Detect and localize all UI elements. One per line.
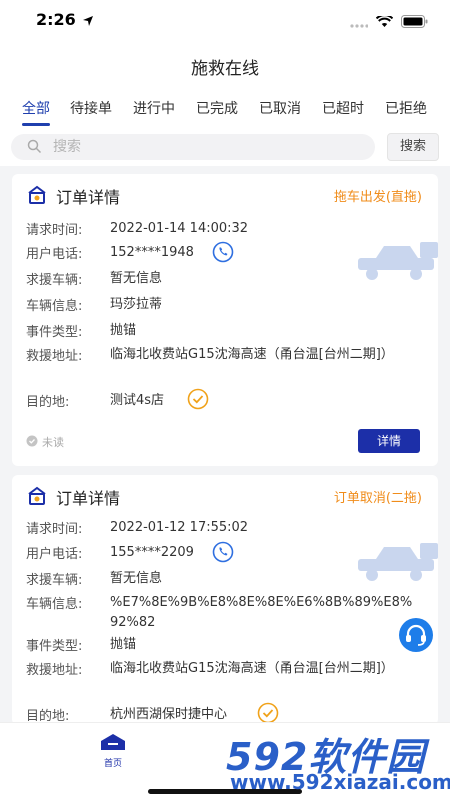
field-label: 求援车辆: xyxy=(26,573,83,588)
tab-home-label: 首页 xyxy=(103,759,122,769)
tab-cancelled[interactable]: 已取消 xyxy=(259,98,301,118)
tab-all[interactable]: 全部 xyxy=(22,98,50,118)
field-value: 临海北收费站G15沈海高速（甬台温[台州二期]） xyxy=(110,661,394,676)
search-bar: 搜索 xyxy=(0,128,450,166)
phone-call-icon[interactable] xyxy=(212,241,234,267)
order-card-header: 订单详情 订单取消(二拖) xyxy=(26,485,426,508)
field-value: 测试4s店 xyxy=(110,393,165,408)
field-value: 抛锚 xyxy=(110,323,137,338)
location-arrow-icon xyxy=(82,12,94,31)
order-card[interactable]: 订单详情 订单取消(二拖) 请求时间: 2022-01-12 17:55:02 … xyxy=(12,475,438,725)
field-label: 用户电话: xyxy=(26,247,83,262)
field-value: 暂无信息 xyxy=(110,271,163,286)
order-card-title: 订单详情 xyxy=(56,188,121,207)
status-tabs: 全部 待接单 进行中 已完成 已取消 已超时 已拒绝 xyxy=(0,90,450,128)
field-label: 目的地: xyxy=(26,395,70,410)
tab-in-progress[interactable]: 进行中 xyxy=(133,98,175,118)
field-value: 2022-01-12 17:55:02 xyxy=(110,520,249,535)
details-button[interactable]: 详情 xyxy=(358,429,420,453)
order-status: 拖车出发(直拖) xyxy=(333,190,422,205)
field-label: 车辆信息: xyxy=(26,597,83,612)
field-label: 救援地址: xyxy=(26,663,83,678)
field-value: 临海北收费站G15沈海高速（甬台温[台州二期]） xyxy=(110,347,394,362)
navigation-bar: 施救在线 xyxy=(0,40,450,90)
search-button[interactable]: 搜索 xyxy=(387,133,439,161)
field-label: 请求时间: xyxy=(26,522,83,537)
field-value: %E7%8E%9B%E8%8E%8E%E6%8B%89%E8%92%82 xyxy=(110,595,413,630)
read-status: 未读 xyxy=(26,434,64,450)
wifi-icon xyxy=(375,13,394,32)
field-label: 求援车辆: xyxy=(26,273,83,288)
tow-order-icon xyxy=(26,485,48,511)
customer-service-button[interactable] xyxy=(399,618,433,652)
order-card[interactable]: 订单详情 拖车出发(直拖) 请求时间: 2022-01-14 14:00:32 … xyxy=(12,174,438,466)
signal-icon xyxy=(350,13,369,32)
field-value: 玛莎拉蒂 xyxy=(110,297,163,312)
field-value: 152****1948 xyxy=(110,245,194,260)
field-value: 2022-01-14 14:00:32 xyxy=(110,221,249,236)
order-card-title: 订单详情 xyxy=(56,489,121,508)
field-label: 救援地址: xyxy=(26,349,83,364)
tow-order-icon xyxy=(26,184,48,210)
search-field[interactable] xyxy=(11,134,375,160)
tab-home[interactable]: 首页 xyxy=(98,733,128,769)
search-input[interactable] xyxy=(53,137,353,157)
active-tab-indicator xyxy=(22,123,50,126)
status-time: 2:26 xyxy=(36,10,76,29)
field-label: 事件类型: xyxy=(26,639,83,654)
tab-pending[interactable]: 待接单 xyxy=(70,98,112,118)
tab-timeout[interactable]: 已超时 xyxy=(322,98,364,118)
battery-icon xyxy=(401,13,428,32)
status-indicators xyxy=(350,13,428,32)
tab-completed[interactable]: 已完成 xyxy=(196,98,238,118)
search-icon xyxy=(27,139,42,158)
home-icon xyxy=(100,734,126,755)
field-value: 暂无信息 xyxy=(110,571,163,586)
read-status-label: 未读 xyxy=(42,436,64,449)
order-card-header: 订单详情 拖车出发(直拖) xyxy=(26,184,426,207)
field-label: 车辆信息: xyxy=(26,299,83,314)
order-status: 订单取消(二拖) xyxy=(333,491,422,506)
phone-call-icon[interactable] xyxy=(212,541,234,567)
field-label: 事件类型: xyxy=(26,325,83,340)
unread-check-icon xyxy=(26,435,38,450)
page-title: 施救在线 xyxy=(191,59,259,79)
tab-rejected[interactable]: 已拒绝 xyxy=(385,98,427,118)
field-label: 用户电话: xyxy=(26,547,83,562)
status-bar: 2:26 xyxy=(0,0,450,40)
site-watermark: 592软件园 www.592xiazai.com xyxy=(222,724,450,800)
field-label: 请求时间: xyxy=(26,223,83,238)
field-value: 抛锚 xyxy=(110,637,137,652)
field-value: 155****2209 xyxy=(110,545,194,560)
headset-icon xyxy=(399,624,433,656)
confirmed-check-icon xyxy=(187,388,209,414)
watermark-url: www.592xiazai.com xyxy=(230,770,450,794)
